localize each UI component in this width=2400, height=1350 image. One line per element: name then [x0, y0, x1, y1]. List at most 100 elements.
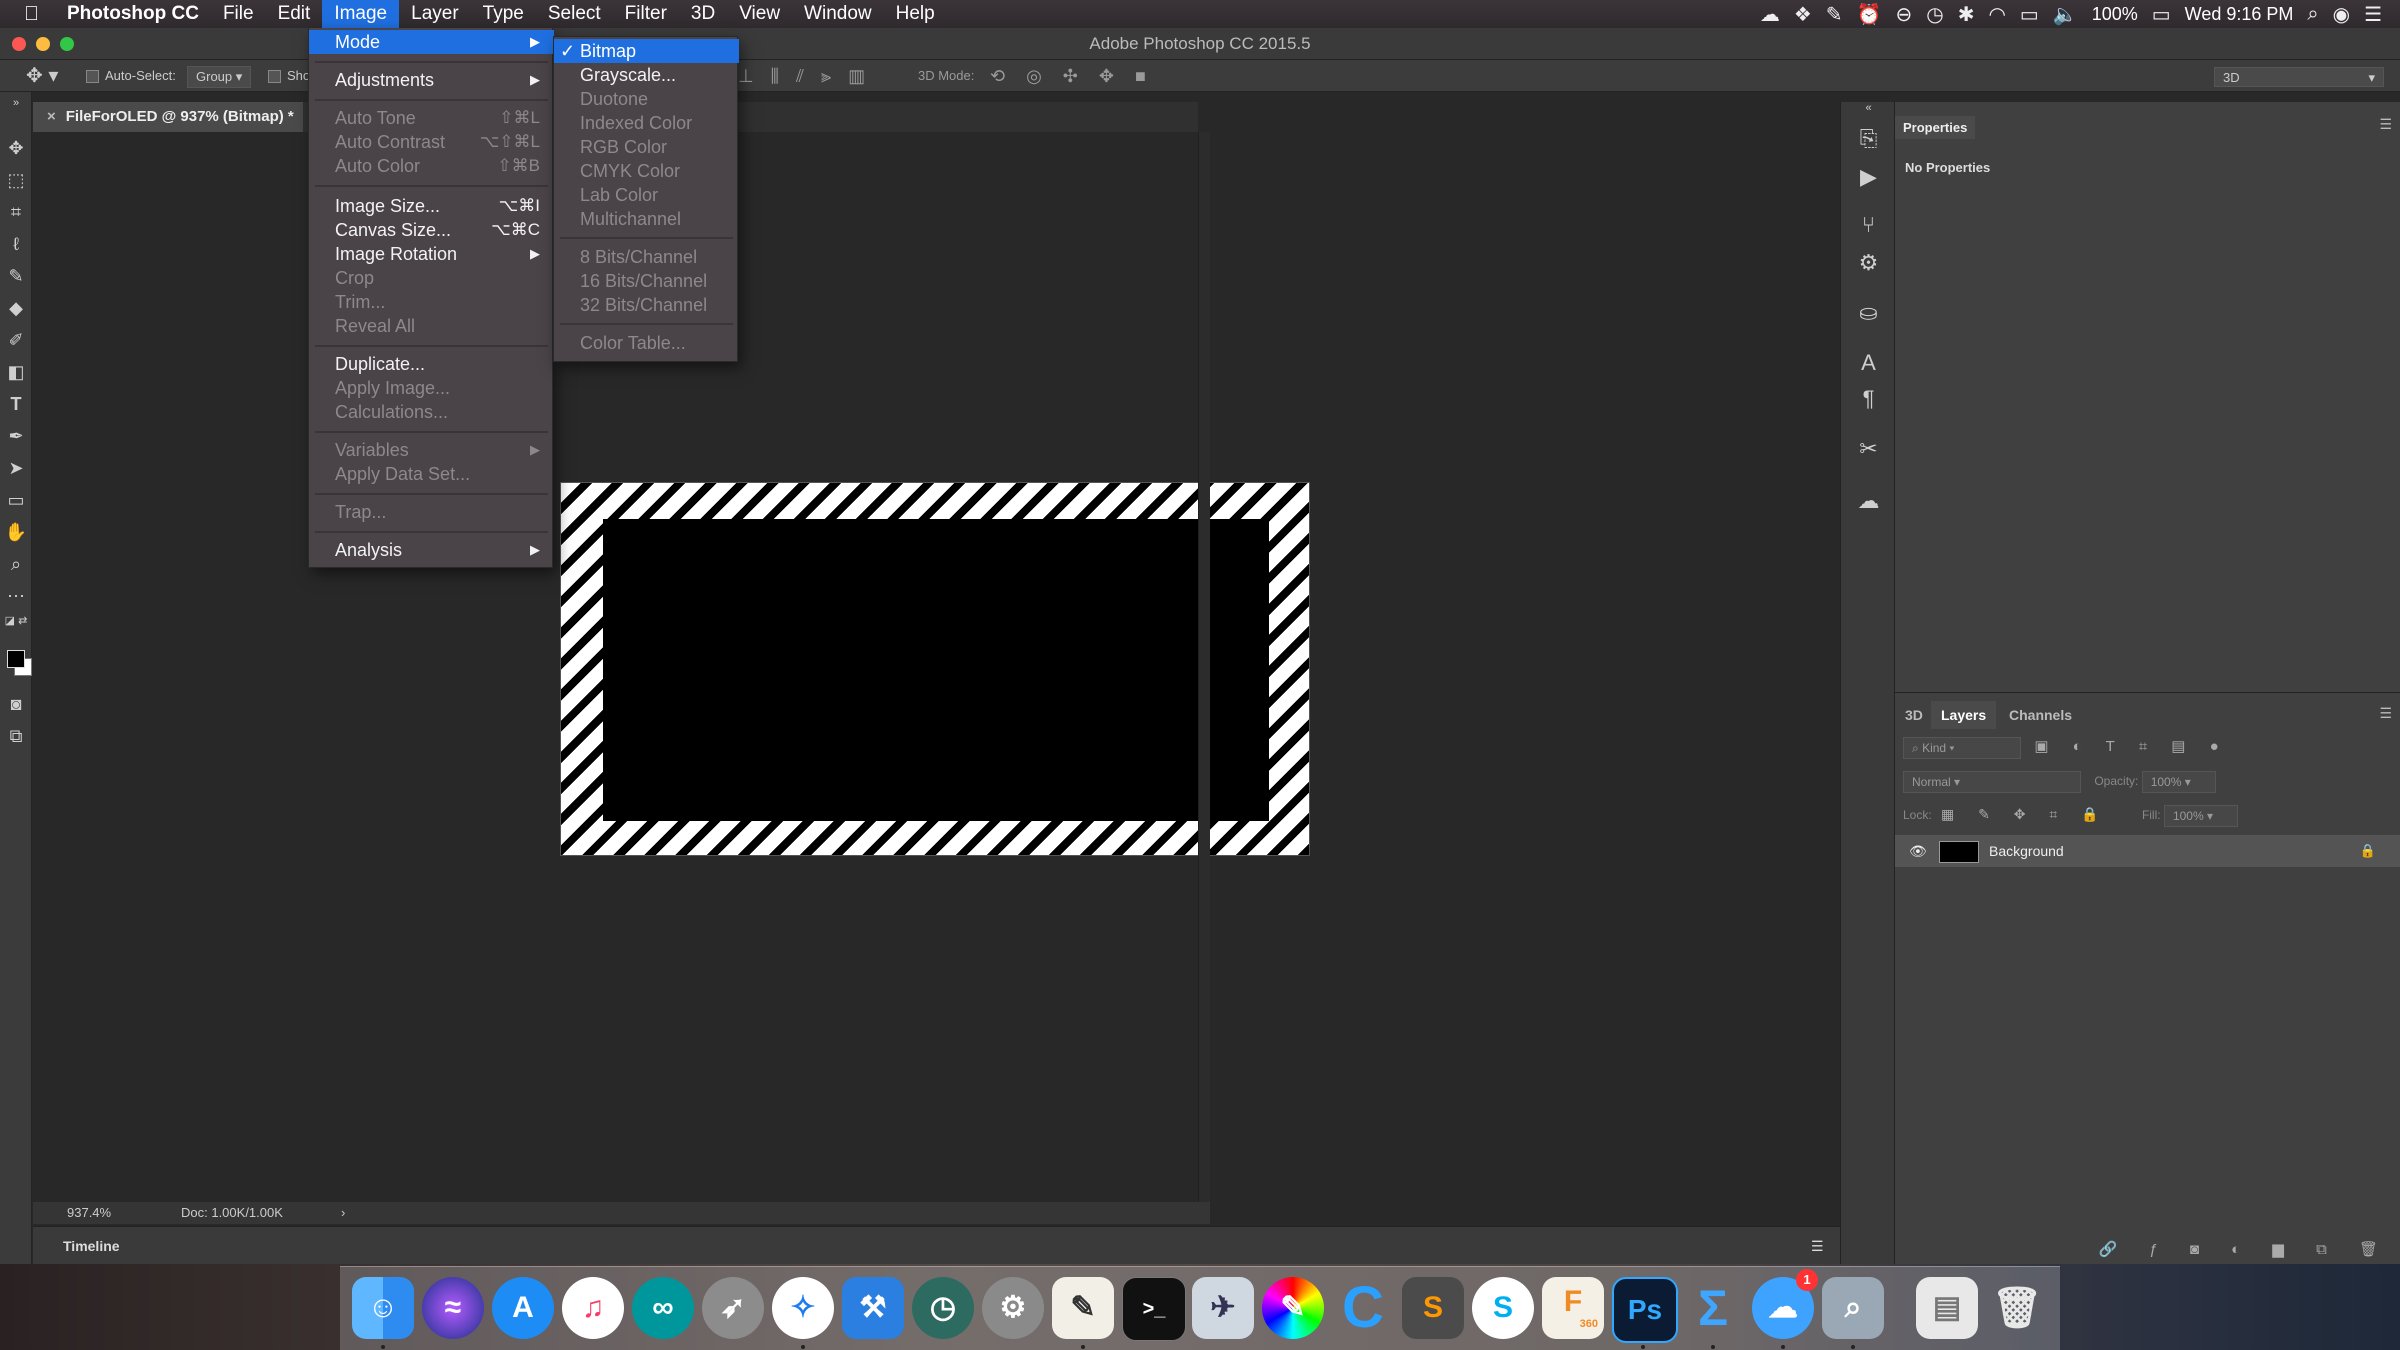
mode-item-16-bits[interactable]: 16 Bits/Channel	[554, 269, 739, 293]
mode-item-32-bits[interactable]: 32 Bits/Channel	[554, 293, 739, 317]
brush-tool-icon[interactable]: ✐	[0, 326, 32, 354]
itunes-icon[interactable]: ♫	[562, 1277, 624, 1339]
menu-item-adjustments[interactable]: Adjustments ▶	[309, 68, 554, 92]
color-picker-icon[interactable]: ✎	[1262, 1277, 1324, 1339]
lasso-tool-icon[interactable]: ℓ	[0, 230, 32, 258]
textedit-icon[interactable]: ✎	[1052, 1277, 1114, 1339]
workspace-switcher[interactable]: 3D ▾	[2214, 60, 2390, 92]
trash-icon[interactable]: 🗑	[1986, 1277, 2048, 1339]
quick-mask-icon[interactable]: ◙	[0, 690, 32, 718]
menu-item-apply-image[interactable]: Apply Image...	[309, 376, 554, 400]
safari-icon[interactable]: ✧	[772, 1277, 834, 1339]
mode-item-8-bits[interactable]: 8 Bits/Channel	[554, 245, 739, 269]
auto-select-dropdown[interactable]: Group ▾	[187, 60, 252, 92]
messages-icon[interactable]: ☁ 1	[1752, 1269, 1818, 1339]
timeline-menu-icon[interactable]: ☰	[1811, 1227, 1824, 1265]
skype-icon[interactable]: S	[1472, 1277, 1534, 1339]
swap-colors-icon[interactable]: ◪ ⇄	[0, 614, 32, 628]
tab-layers[interactable]: Layers	[1931, 701, 1997, 729]
spotlight-search-icon[interactable]: ⌕	[2307, 3, 2318, 26]
menu-item-auto-contrast[interactable]: Auto Contrast ⌥⇧⌘L	[309, 130, 554, 154]
mode-item-rgb-color[interactable]: RGB Color	[554, 135, 739, 159]
character-panel-icon[interactable]: A	[1841, 350, 1896, 376]
notification-center-icon[interactable]: ☰	[2364, 2, 2382, 27]
auto-select-option[interactable]: Auto-Select:	[86, 60, 176, 92]
documents-stack-icon[interactable]: ▤	[1916, 1277, 1978, 1339]
menu-item-crop[interactable]: Crop	[309, 266, 554, 290]
layers-menu-icon[interactable]: ☰	[2379, 705, 2392, 722]
distribute-icons[interactable]: ⊥ ⫼ ⫽ ⫸ ▥	[738, 60, 871, 92]
fill-field[interactable]: 100% ▾	[2163, 805, 2238, 827]
terminal-icon[interactable]: >_	[1122, 1277, 1186, 1341]
launchpad-icon[interactable]: ➶	[702, 1277, 764, 1339]
menu-item-variables[interactable]: Variables ▶	[309, 438, 554, 462]
finder-icon[interactable]: ☺	[352, 1277, 414, 1339]
creative-cloud-icon[interactable]: ☁	[1760, 2, 1780, 27]
alarm-icon[interactable]: ⏰	[1857, 2, 1882, 27]
menu-edit[interactable]: Edit	[266, 0, 323, 28]
mode-item-indexed-color[interactable]: Indexed Color	[554, 111, 739, 135]
hand-tool-icon[interactable]: ✋	[0, 518, 32, 546]
menu-app-name[interactable]: Photoshop CC	[55, 0, 211, 28]
app-store-icon[interactable]: A	[492, 1277, 554, 1339]
rectangle-tool-icon[interactable]: ▭	[0, 486, 32, 514]
clock[interactable]: Wed 9:16 PM	[2185, 4, 2294, 25]
do-not-disturb-icon[interactable]: ⊖	[1895, 2, 1912, 27]
close-document-icon[interactable]: ×	[47, 108, 56, 125]
dropbox-icon[interactable]: ❖	[1794, 2, 1812, 27]
airplay-icon[interactable]: ▭	[2020, 2, 2039, 27]
mode-item-lab-color[interactable]: Lab Color	[554, 183, 739, 207]
path-select-tool-icon[interactable]: ➤	[0, 454, 32, 482]
mode-item-grayscale[interactable]: Grayscale...	[554, 63, 739, 87]
wifi-icon[interactable]: ◠	[1988, 2, 2005, 27]
menu-view[interactable]: View	[727, 0, 792, 28]
timeline-tab[interactable]: Timeline	[63, 1227, 120, 1265]
menu-item-auto-color[interactable]: Auto Color ⇧⌘B	[309, 154, 554, 178]
xcode-icon[interactable]: ⚒	[842, 1277, 904, 1339]
sublime-text-icon[interactable]: S	[1402, 1277, 1464, 1339]
menu-item-calculations[interactable]: Calculations...	[309, 400, 554, 424]
libraries-panel-icon[interactable]: ☁	[1841, 488, 1896, 514]
menu-item-apply-data-set[interactable]: Apply Data Set...	[309, 462, 554, 486]
crop-tool-icon[interactable]: ⌗	[0, 198, 32, 226]
collapse-strip-icon[interactable]: «	[1841, 102, 1896, 114]
pen-tool-icon[interactable]: ✒	[0, 422, 32, 450]
collapse-tools-icon[interactable]: »	[0, 96, 32, 110]
properties-tab[interactable]: Properties	[1895, 116, 1976, 139]
lock-icons[interactable]: ▦ ✎ ✥ ⌗ 🔒	[1941, 806, 2109, 822]
arduino-icon[interactable]: ∞	[632, 1277, 694, 1339]
mode-item-bitmap[interactable]: ✓ Bitmap	[554, 39, 739, 63]
tab-channels[interactable]: Channels	[1999, 701, 2082, 729]
paint-bucket-tool-icon[interactable]: ◆	[0, 294, 32, 322]
mode-item-cmyk-color[interactable]: CMYK Color	[554, 159, 739, 183]
menu-type[interactable]: Type	[471, 0, 536, 28]
paragraph-panel-icon[interactable]: ¶	[1841, 386, 1896, 412]
menu-item-auto-tone[interactable]: Auto Tone ⇧⌘L	[309, 106, 554, 130]
show-transform-option[interactable]: Sho	[268, 60, 310, 92]
layer-visibility-eye-icon[interactable]: 👁	[1909, 835, 1927, 867]
zoom-level[interactable]: 937.4%	[67, 1202, 111, 1224]
time-machine-icon[interactable]: ◷	[912, 1277, 974, 1339]
c-app-icon[interactable]: C	[1332, 1277, 1394, 1339]
zoom-tool-icon[interactable]: ⌕	[0, 550, 32, 578]
layer-filter-dropdown[interactable]: ⌕ Kind ▾	[1903, 737, 2021, 759]
layer-row-background[interactable]: 👁 Background 🔒	[1895, 835, 2400, 867]
show-transform-checkbox[interactable]	[268, 70, 281, 84]
opacity-field[interactable]: 100% ▾	[2141, 771, 2216, 793]
brushes-panel-icon[interactable]: ⑂	[1841, 212, 1896, 238]
menu-help[interactable]: Help	[884, 0, 947, 28]
marquee-tool-icon[interactable]: ⬚	[0, 166, 32, 194]
bluetooth-icon[interactable]: ✱	[1958, 2, 1975, 27]
adjustments-panel-icon[interactable]: ⚙	[1841, 250, 1896, 276]
move-tool-icon[interactable]: ✥	[0, 134, 32, 162]
mode-item-multichannel[interactable]: Multichannel	[554, 207, 739, 231]
menu-item-image-rotation[interactable]: Image Rotation ▶	[309, 242, 554, 266]
layer-filter-icons[interactable]: ▣ ◐ T ⌗ ▤ ●	[2034, 738, 2228, 755]
apple-menu-icon[interactable]: 	[0, 3, 55, 26]
more-tools-icon[interactable]: ⋯	[0, 582, 32, 610]
eraser-tool-icon[interactable]: ◧	[0, 358, 32, 386]
preview-icon[interactable]: ✈	[1192, 1277, 1254, 1339]
screen-mode-icon[interactable]: ⧉	[0, 722, 32, 750]
menu-item-image-size[interactable]: Image Size... ⌥⌘I	[309, 194, 554, 218]
evernote-icon[interactable]: ✎	[1826, 2, 1843, 27]
